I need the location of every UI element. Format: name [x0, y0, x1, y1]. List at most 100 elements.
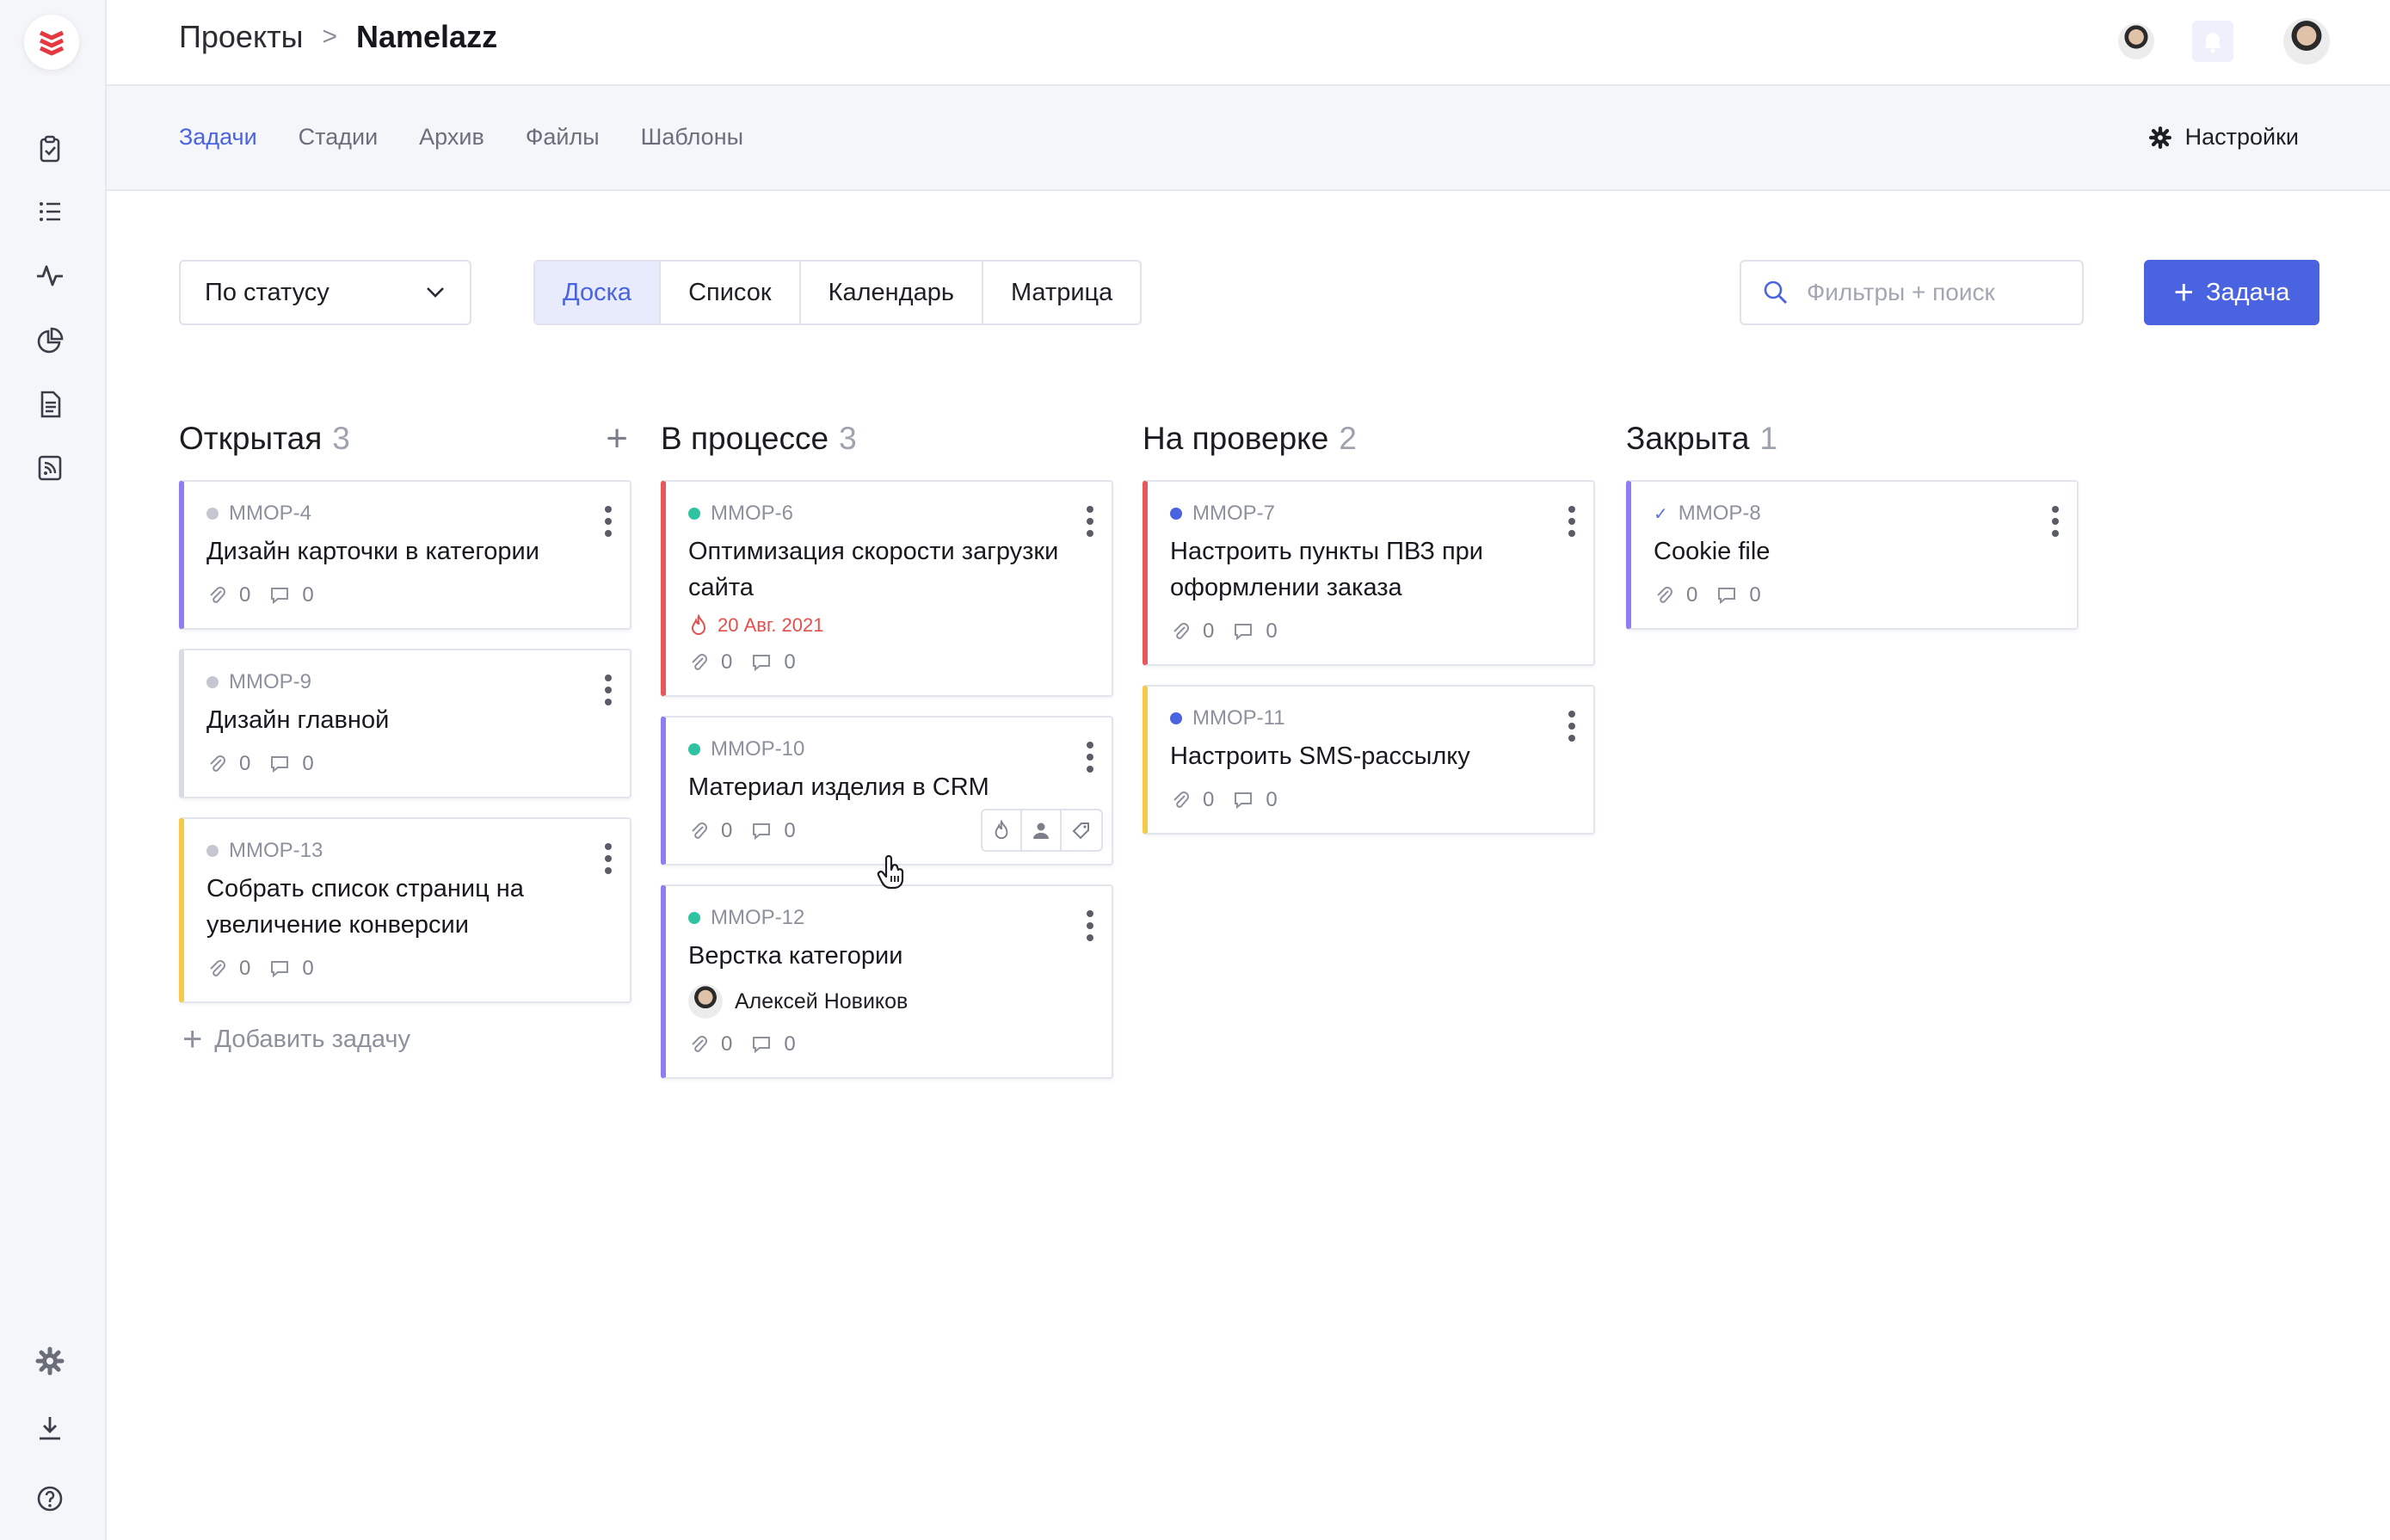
- card-menu-icon[interactable]: [1566, 711, 1578, 742]
- task-card[interactable]: MMOP-4 Дизайн карточки в категории 0 0: [179, 480, 631, 630]
- add-task-button[interactable]: + Задача: [2144, 260, 2319, 325]
- column-add-task-icon[interactable]: +: [606, 420, 628, 458]
- app-logo[interactable]: [24, 15, 79, 70]
- task-card[interactable]: MMOP-7 Настроить пункты ПВЗ при оформлен…: [1143, 480, 1595, 666]
- task-card[interactable]: MMOP-11 Настроить SMS-рассылку 0 0: [1143, 685, 1595, 835]
- tab-tasks[interactable]: Задачи: [179, 124, 257, 151]
- task-id: MMOP-13: [206, 838, 606, 864]
- task-meta: 0 0: [206, 955, 606, 983]
- header-actions: [2118, 18, 2330, 65]
- settings-button[interactable]: Настройки: [2148, 124, 2299, 151]
- card-menu-icon[interactable]: [1566, 506, 1578, 537]
- sidebar: [0, 0, 107, 1540]
- member-avatar[interactable]: [2118, 23, 2154, 59]
- settings-gear-icon[interactable]: [33, 1344, 67, 1378]
- fire-icon: [995, 820, 1008, 840]
- attachments-count: 0: [688, 819, 732, 843]
- task-meta: 0 0: [1170, 618, 1569, 645]
- notifications-button[interactable]: [2192, 21, 2233, 62]
- view-list-button[interactable]: Список: [661, 262, 801, 323]
- tab-archive[interactable]: Архив: [419, 124, 484, 151]
- comment-icon: [271, 756, 289, 773]
- paperclip-icon: [210, 755, 225, 772]
- comment-icon: [753, 1037, 771, 1054]
- card-quick-actions: [981, 809, 1103, 852]
- tasks-clipboard-icon[interactable]: [33, 132, 67, 167]
- activity-icon[interactable]: [33, 258, 67, 293]
- comment-icon: [271, 961, 289, 978]
- card-menu-icon[interactable]: [1084, 742, 1096, 773]
- card-menu-icon[interactable]: [602, 843, 614, 874]
- assign-user-button[interactable]: [1022, 810, 1062, 850]
- status-dot-icon: [688, 912, 700, 924]
- paperclip-icon: [692, 822, 707, 839]
- attachments-count: 0: [206, 583, 250, 607]
- task-id: MMOP-4: [206, 501, 606, 527]
- card-menu-icon[interactable]: [1084, 910, 1096, 941]
- add-tag-button[interactable]: [1062, 810, 1101, 850]
- task-meta: 0 0: [1654, 582, 2053, 609]
- attachments-count: 0: [1170, 619, 1214, 644]
- view-calendar-button[interactable]: Календарь: [800, 262, 983, 323]
- view-board-button[interactable]: Доска: [535, 262, 662, 323]
- assignee-name: Алексей Новиков: [735, 989, 909, 1013]
- paperclip-icon: [1173, 623, 1189, 639]
- column-count: 2: [1339, 421, 1357, 456]
- task-id: MMOP-7: [1170, 501, 1569, 527]
- column-count: 3: [839, 421, 857, 456]
- card-menu-icon[interactable]: [1084, 506, 1096, 537]
- due-date: 20 Авг. 2021: [688, 614, 1087, 637]
- task-title: Настроить пункты ПВЗ при оформлении зака…: [1170, 538, 1484, 601]
- search-box: [1740, 260, 2084, 325]
- set-priority-button[interactable]: [982, 810, 1022, 850]
- task-card[interactable]: MMOP-10 Материал изделия в CRM 0 0: [661, 716, 1113, 865]
- tab-stages[interactable]: Стадии: [299, 124, 379, 151]
- plus-icon: +: [182, 1020, 203, 1058]
- help-icon[interactable]: [33, 1481, 67, 1516]
- task-card[interactable]: ✓ MMOP-8 Cookie file 0 0: [1626, 480, 2079, 630]
- task-card[interactable]: MMOP-6 Оптимизация скорости загрузки сай…: [661, 480, 1113, 697]
- breadcrumb: Проекты > Namelazz: [179, 19, 497, 55]
- download-icon[interactable]: [33, 1411, 67, 1445]
- user-avatar[interactable]: [2283, 18, 2330, 65]
- reports-pie-icon[interactable]: [33, 323, 67, 358]
- list-icon[interactable]: [33, 194, 67, 229]
- comments-count: 0: [751, 650, 796, 675]
- task-card[interactable]: MMOP-12 Верстка категории Алексей Новико…: [661, 884, 1113, 1079]
- fire-icon: [691, 614, 706, 635]
- comments-count: 0: [1716, 583, 1761, 607]
- feed-icon[interactable]: [33, 451, 67, 485]
- task-id: MMOP-6: [688, 501, 1087, 527]
- card-menu-icon[interactable]: [602, 675, 614, 705]
- card-menu-icon[interactable]: [2049, 506, 2061, 537]
- group-by-select[interactable]: По статусу: [179, 260, 471, 325]
- paperclip-icon: [1173, 792, 1189, 808]
- status-dot-icon: [1170, 508, 1182, 520]
- add-task-label: Задача: [2206, 278, 2290, 306]
- search-input[interactable]: [1807, 279, 2065, 306]
- card-menu-icon[interactable]: [602, 506, 614, 537]
- column-title: Открытая 3: [179, 421, 350, 456]
- view-matrix-button[interactable]: Матрица: [982, 262, 1141, 323]
- breadcrumb-projects-link[interactable]: Проекты: [179, 19, 303, 55]
- plus-icon: +: [2173, 274, 2195, 311]
- logo-icon: [39, 30, 65, 56]
- paperclip-icon: [692, 654, 707, 670]
- paperclip-icon: [210, 960, 225, 976]
- document-icon[interactable]: [33, 387, 67, 422]
- comment-icon: [753, 655, 771, 672]
- board-column-review: На проверке 2 MMOP-7 Настроить пункты ПВЗ…: [1143, 416, 1595, 853]
- add-task-link[interactable]: + Добавить задачу: [182, 1022, 631, 1056]
- tab-templates[interactable]: Шаблоны: [641, 124, 743, 151]
- comment-icon: [271, 588, 289, 605]
- tab-files[interactable]: Файлы: [526, 124, 600, 151]
- comment-icon: [1235, 624, 1253, 641]
- task-card[interactable]: MMOP-9 Дизайн главной 0 0: [179, 649, 631, 798]
- column-header: Открытая 3 +: [179, 416, 631, 461]
- task-id: MMOP-12: [688, 905, 1087, 931]
- comments-count: 0: [269, 583, 314, 607]
- attachments-count: 0: [1170, 788, 1214, 812]
- task-card[interactable]: MMOP-13 Собрать список страниц на увелич…: [179, 817, 631, 1003]
- task-id: MMOP-11: [1170, 705, 1569, 731]
- column-count: 3: [332, 421, 350, 456]
